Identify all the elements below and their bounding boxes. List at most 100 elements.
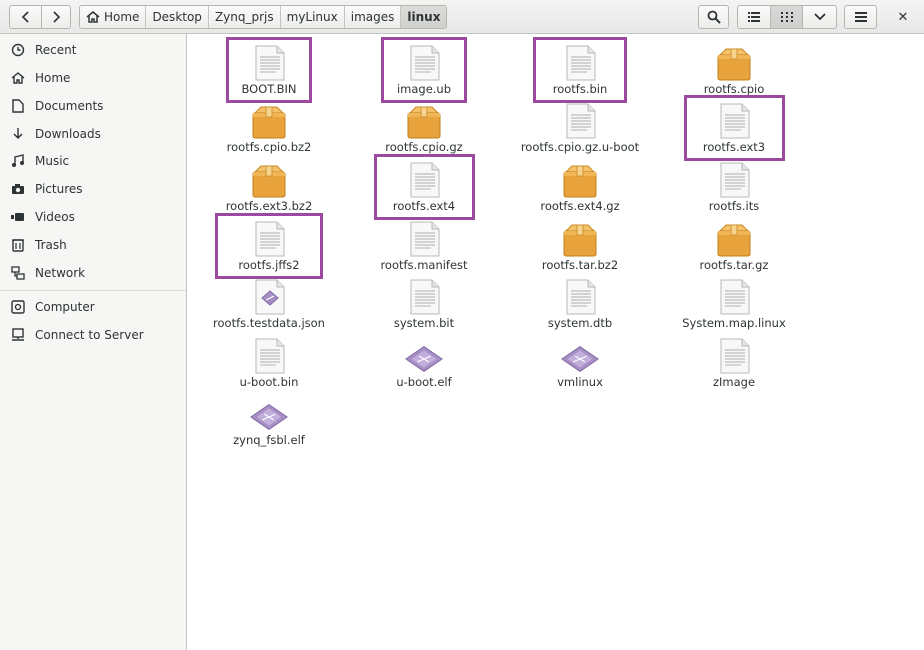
go-forward-icon bbox=[53, 11, 61, 23]
file-item[interactable]: rootfs.testdata.json bbox=[189, 275, 349, 331]
highlight-box bbox=[226, 37, 312, 103]
breadcrumb-label: linux bbox=[407, 10, 441, 24]
breadcrumb-mylinux[interactable]: myLinux bbox=[281, 6, 345, 28]
close-button[interactable]: ✕ bbox=[890, 5, 916, 29]
text-file-icon bbox=[560, 99, 600, 139]
grid-view-button[interactable] bbox=[770, 5, 803, 29]
sidebar-item-downloads[interactable]: Downloads bbox=[0, 121, 186, 147]
file-item[interactable]: rootfs.ext3.bz2 bbox=[189, 158, 349, 214]
sidebar-item-label: Network bbox=[35, 266, 86, 280]
file-item[interactable]: rootfs.tar.bz2 bbox=[500, 217, 660, 273]
view-options-button[interactable] bbox=[802, 5, 837, 29]
file-item[interactable]: rootfs.cpio.gz bbox=[344, 99, 504, 155]
json-file-icon bbox=[249, 275, 289, 315]
text-file-icon bbox=[404, 275, 444, 315]
sidebar-item-label: Trash bbox=[35, 238, 67, 252]
breadcrumb-label: myLinux bbox=[286, 10, 338, 24]
file-item[interactable]: vmlinux bbox=[500, 334, 660, 390]
sidebar-item-label: Home bbox=[35, 71, 71, 85]
file-name: zynq_fsbl.elf bbox=[233, 433, 305, 447]
network-icon bbox=[10, 265, 26, 281]
file-name: rootfs.cpio.bz2 bbox=[226, 140, 312, 154]
back-button[interactable] bbox=[9, 5, 42, 29]
sidebar-item-pictures[interactable]: Pictures bbox=[0, 176, 186, 202]
sidebar: Recent Home Documents Downloads Music Pi… bbox=[0, 34, 187, 650]
home-icon bbox=[86, 11, 100, 23]
file-name: rootfs.cpio.gz.u-boot bbox=[520, 140, 640, 154]
file-item[interactable]: u-boot.bin bbox=[189, 334, 349, 390]
grid-view-icon bbox=[780, 12, 793, 22]
executable-file-icon bbox=[560, 334, 600, 374]
archive-file-icon bbox=[560, 217, 600, 257]
file-item[interactable]: u-boot.elf bbox=[344, 334, 504, 390]
file-item[interactable]: rootfs.cpio.bz2 bbox=[189, 99, 349, 155]
sidebar-item-connect-to-server[interactable]: Connect to Server bbox=[0, 322, 186, 348]
file-name: System.map.linux bbox=[682, 316, 786, 330]
file-item[interactable]: zImage bbox=[654, 334, 814, 390]
computer-icon bbox=[10, 299, 26, 315]
breadcrumb-images[interactable]: images bbox=[345, 6, 402, 28]
file-item[interactable]: rootfs.manifest bbox=[344, 217, 504, 273]
executable-file-icon bbox=[404, 334, 444, 374]
file-name: rootfs.tar.bz2 bbox=[541, 258, 619, 272]
file-item[interactable]: rootfs.its bbox=[654, 158, 814, 214]
file-item[interactable]: rootfs.ext4.gz bbox=[500, 158, 660, 214]
file-name: rootfs.cpio.gz bbox=[385, 140, 463, 154]
document-icon bbox=[10, 98, 26, 114]
music-icon bbox=[10, 153, 26, 169]
breadcrumb-label: Home bbox=[104, 10, 140, 24]
camera-icon bbox=[10, 181, 26, 197]
forward-button[interactable] bbox=[41, 5, 71, 29]
file-name: vmlinux bbox=[557, 375, 603, 389]
archive-file-icon bbox=[714, 41, 754, 81]
highlight-box bbox=[215, 213, 323, 279]
file-name: rootfs.ext3.bz2 bbox=[225, 199, 313, 213]
highlight-box bbox=[373, 154, 475, 220]
sidebar-item-home[interactable]: Home bbox=[0, 65, 186, 91]
sidebar-item-label: Recent bbox=[35, 43, 77, 57]
file-item[interactable]: rootfs.tar.gz bbox=[654, 217, 814, 273]
clock-icon bbox=[10, 42, 26, 58]
breadcrumb-zynq-prjs[interactable]: Zynq_prjs bbox=[209, 6, 281, 28]
close-icon: ✕ bbox=[897, 9, 909, 25]
list-view-button[interactable] bbox=[737, 5, 771, 29]
list-view-icon bbox=[748, 12, 760, 22]
file-name: rootfs.its bbox=[708, 199, 760, 213]
file-name: rootfs.tar.gz bbox=[699, 258, 769, 272]
file-item[interactable]: rootfs.cpio bbox=[654, 41, 814, 97]
text-file-icon bbox=[714, 275, 754, 315]
sidebar-item-music[interactable]: Music bbox=[0, 148, 186, 174]
breadcrumb-label: images bbox=[350, 10, 395, 24]
file-item[interactable]: system.bit bbox=[344, 275, 504, 331]
menu-button[interactable] bbox=[844, 5, 877, 29]
executable-file-icon bbox=[249, 392, 289, 432]
breadcrumb-desktop[interactable]: Desktop bbox=[146, 6, 209, 28]
sidebar-item-trash[interactable]: Trash bbox=[0, 232, 186, 258]
file-name: u-boot.bin bbox=[239, 375, 299, 389]
sidebar-item-label: Computer bbox=[35, 300, 95, 314]
text-file-icon bbox=[714, 158, 754, 198]
sidebar-item-computer[interactable]: Computer bbox=[0, 294, 186, 320]
sidebar-item-label: Connect to Server bbox=[35, 328, 144, 342]
sidebar-item-recent[interactable]: Recent bbox=[0, 37, 186, 63]
sidebar-item-network[interactable]: Network bbox=[0, 260, 186, 286]
breadcrumb-home[interactable]: Home bbox=[80, 6, 147, 28]
file-item[interactable]: rootfs.cpio.gz.u-boot bbox=[500, 99, 660, 155]
search-button[interactable] bbox=[698, 5, 729, 29]
file-item[interactable]: system.dtb bbox=[500, 275, 660, 331]
go-back-icon bbox=[21, 11, 29, 23]
sidebar-item-label: Downloads bbox=[35, 127, 101, 141]
breadcrumb-linux[interactable]: linux bbox=[401, 6, 447, 28]
file-item[interactable]: System.map.linux bbox=[654, 275, 814, 331]
file-item[interactable]: zynq_fsbl.elf bbox=[189, 392, 349, 448]
sidebar-item-videos[interactable]: Videos bbox=[0, 204, 186, 230]
sidebar-item-documents[interactable]: Documents bbox=[0, 93, 186, 119]
sidebar-item-label: Music bbox=[35, 154, 70, 168]
home-icon bbox=[10, 70, 26, 86]
breadcrumb-label: Zynq_prjs bbox=[214, 10, 274, 24]
hamburger-menu-icon bbox=[854, 12, 867, 22]
breadcrumb-label: Desktop bbox=[152, 10, 202, 24]
server-icon bbox=[10, 327, 26, 343]
trash-icon bbox=[10, 237, 26, 253]
video-icon bbox=[10, 209, 26, 225]
